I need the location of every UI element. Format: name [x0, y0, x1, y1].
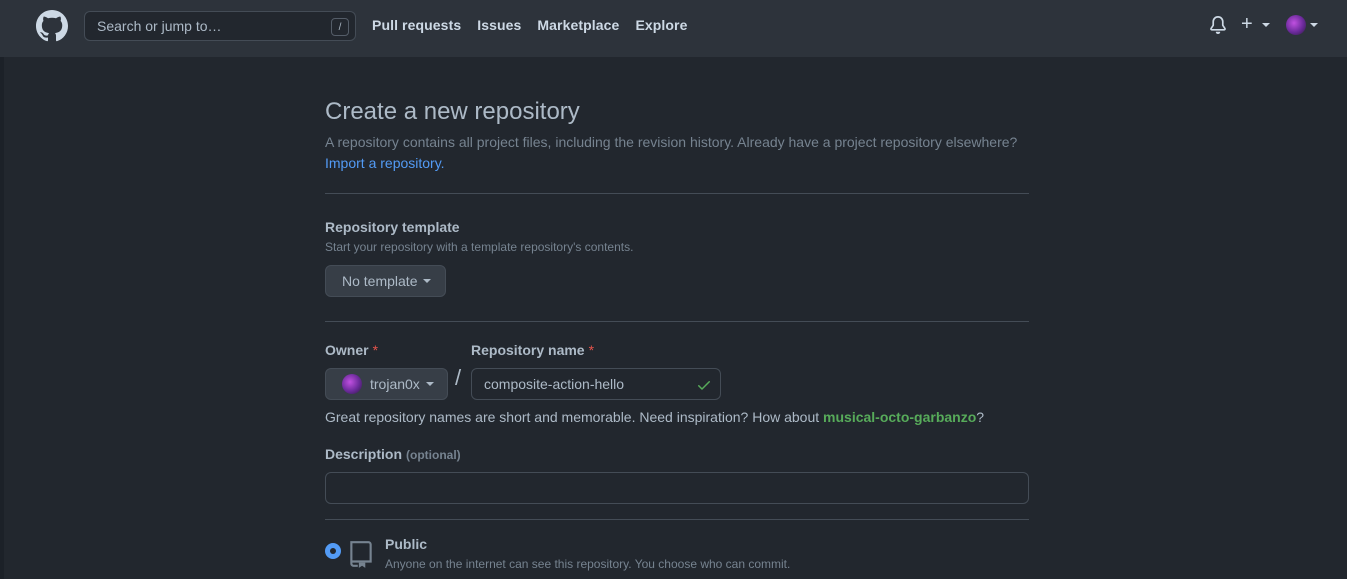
bell-icon[interactable]: [1209, 16, 1227, 34]
page-title: Create a new repository: [325, 98, 580, 125]
repository-name-value: composite-action-hello: [484, 376, 625, 392]
owner-label-text: Owner: [325, 342, 369, 358]
hint-suffix: ?: [976, 409, 985, 425]
import-repository-link[interactable]: Import a repository.: [325, 155, 445, 171]
public-label: Public: [385, 536, 428, 552]
template-select-label: No template: [342, 273, 418, 289]
repo-icon: [350, 541, 372, 568]
repository-name-input[interactable]: composite-action-hello: [471, 368, 721, 400]
owner-label: Owner *: [325, 342, 378, 358]
page-subtitle: A repository contains all project files,…: [325, 134, 1018, 150]
template-label: Repository template: [325, 219, 460, 235]
public-note: Anyone on the internet can see this repo…: [385, 557, 791, 571]
description-label: Description (optional): [325, 446, 461, 462]
left-rail: [0, 57, 4, 579]
divider: [325, 519, 1029, 520]
caret-down-icon: [423, 279, 432, 283]
owner-select-button[interactable]: trojan0x: [325, 368, 448, 400]
nav-pull-requests[interactable]: Pull requests: [372, 17, 461, 33]
owner-value: trojan0x: [370, 376, 420, 392]
hint-text: Great repository names are short and mem…: [325, 409, 824, 425]
repo-name-label-text: Repository name: [471, 342, 585, 358]
avatar: [342, 374, 362, 394]
optional-note: (optional): [406, 448, 461, 462]
search-input[interactable]: Search or jump to… /: [84, 11, 356, 41]
caret-down-icon[interactable]: [1262, 23, 1270, 27]
public-radio[interactable]: [325, 543, 341, 559]
caret-down-icon: [425, 382, 434, 386]
owner-repo-separator: /: [455, 365, 462, 390]
search-shortcut-badge: /: [331, 18, 349, 36]
template-select-button[interactable]: No template: [325, 265, 446, 297]
nav-explore[interactable]: Explore: [635, 17, 687, 33]
caret-down-icon[interactable]: [1310, 23, 1318, 27]
template-note: Start your repository with a template re…: [325, 240, 634, 254]
required-mark: *: [372, 342, 379, 358]
avatar[interactable]: [1286, 15, 1306, 35]
check-icon: [698, 381, 710, 390]
primary-nav: Pull requests Issues Marketplace Explore: [372, 0, 704, 50]
repo-name-label: Repository name *: [471, 342, 594, 358]
divider: [325, 321, 1029, 322]
divider: [325, 193, 1029, 194]
suggested-name-link[interactable]: musical-octo-garbanzo: [823, 409, 976, 425]
description-label-text: Description: [325, 446, 403, 462]
top-header: Search or jump to… / Pull requests Issue…: [0, 0, 1347, 57]
github-logo-icon[interactable]: [36, 10, 68, 42]
search-placeholder: Search or jump to…: [97, 18, 222, 34]
description-input[interactable]: [325, 472, 1029, 504]
nav-issues[interactable]: Issues: [477, 17, 521, 33]
nav-marketplace[interactable]: Marketplace: [537, 17, 619, 33]
required-mark: *: [588, 342, 595, 358]
repo-name-hint: Great repository names are short and mem…: [325, 409, 984, 425]
plus-icon[interactable]: +: [1241, 13, 1253, 35]
